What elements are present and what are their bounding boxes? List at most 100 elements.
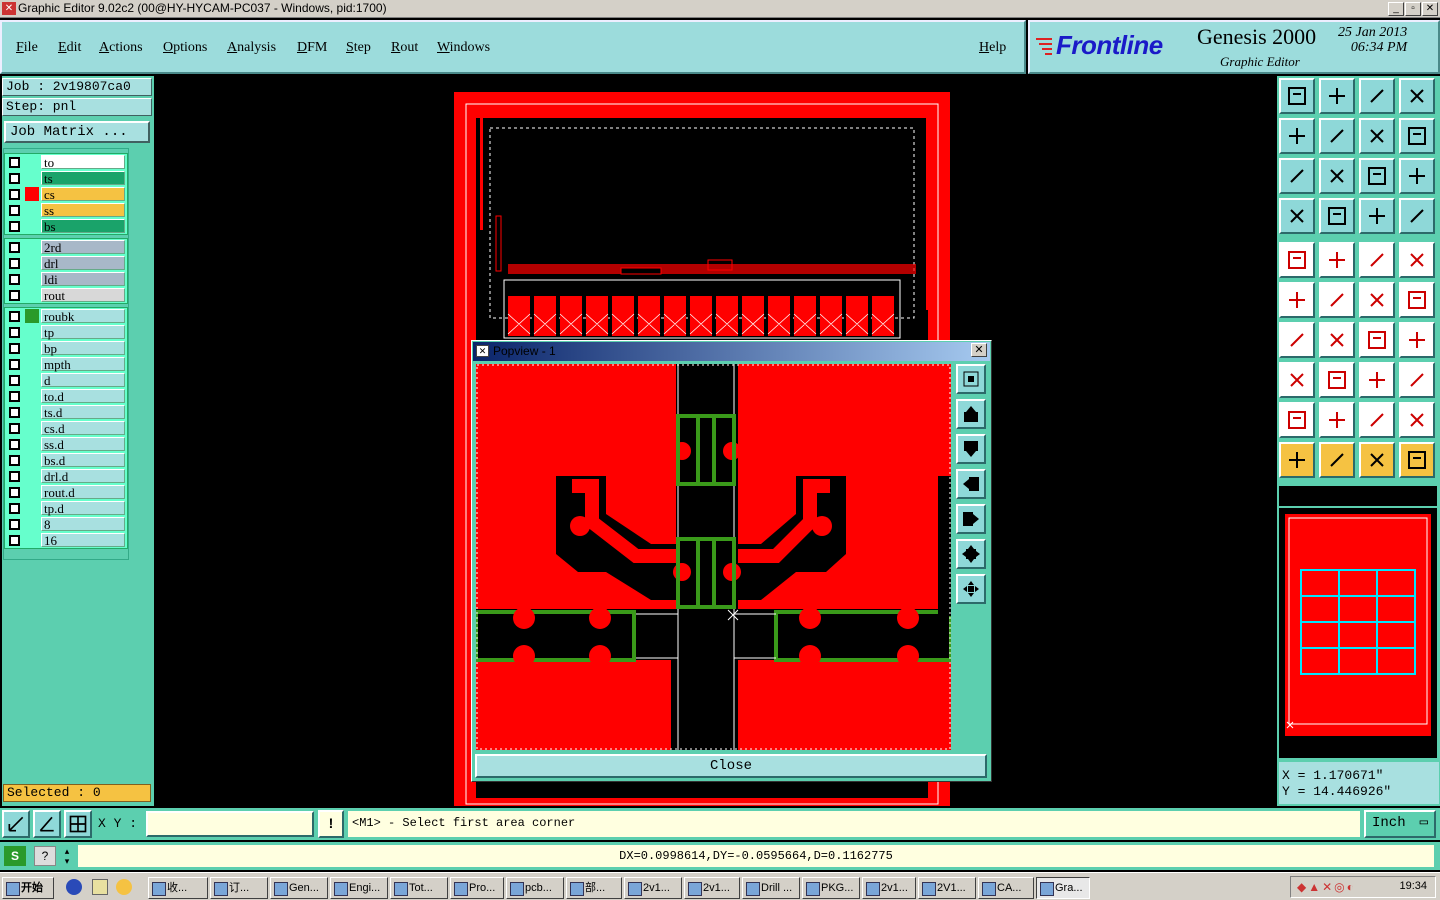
layer-checkbox[interactable] — [9, 242, 20, 253]
angle-icon[interactable] — [1279, 322, 1315, 358]
taskbar-item[interactable]: 部... — [566, 877, 622, 899]
layer-checkbox[interactable] — [9, 189, 20, 200]
xy-input[interactable] — [146, 811, 314, 837]
layer-color-swatch[interactable] — [25, 501, 39, 515]
layer-color-swatch[interactable] — [25, 453, 39, 467]
layer-row-16[interactable]: 16 — [5, 532, 127, 548]
layer-color-swatch[interactable] — [25, 469, 39, 483]
route-edit-icon[interactable] — [1399, 442, 1435, 478]
layer-checkbox[interactable] — [9, 173, 20, 184]
popview-pan-right-icon[interactable] — [956, 504, 986, 534]
taskbar-item[interactable]: 2v1... — [862, 877, 916, 899]
layer-checkbox[interactable] — [9, 157, 20, 168]
dimension-icon[interactable] — [1359, 362, 1395, 398]
layer-checkbox[interactable] — [9, 391, 20, 402]
media-icon[interactable] — [116, 879, 132, 895]
popview-canvas[interactable] — [474, 364, 953, 750]
layer-checkbox[interactable] — [9, 221, 20, 232]
layer-checkbox[interactable] — [9, 375, 20, 386]
layer-checkbox[interactable] — [9, 487, 20, 498]
layer-checkbox[interactable] — [9, 471, 20, 482]
taskbar-item[interactable]: Gen... — [270, 877, 328, 899]
layer-checkbox[interactable] — [9, 503, 20, 514]
layer-checkbox[interactable] — [9, 311, 20, 322]
settings-icon[interactable] — [1279, 198, 1315, 234]
layer-row-bs[interactable]: bs — [5, 218, 127, 234]
layer-color-swatch[interactable] — [25, 187, 39, 201]
layer-name[interactable]: roubk — [41, 309, 125, 324]
select-net-icon[interactable] — [1319, 242, 1355, 278]
measure-tool-icon[interactable] — [2, 810, 30, 838]
taskbar-item[interactable]: pcb... — [506, 877, 564, 899]
minimize-button[interactable]: _ — [1388, 2, 1404, 16]
taskbar-item[interactable]: Engi... — [330, 877, 388, 899]
layer-color-swatch[interactable] — [25, 155, 39, 169]
zoom-one-icon[interactable] — [1359, 158, 1395, 194]
select-icon[interactable] — [1319, 442, 1355, 478]
layer-row-2rd[interactable]: 2rd — [5, 239, 127, 255]
layer-color-swatch[interactable] — [25, 533, 39, 547]
popview-close-icon[interactable]: ✕ — [971, 343, 987, 357]
ie-icon[interactable] — [66, 879, 82, 895]
layer-checkbox[interactable] — [9, 359, 20, 370]
layer-name[interactable]: ss — [41, 203, 125, 218]
triangle-c-icon[interactable] — [1399, 402, 1435, 438]
export-icon[interactable] — [1319, 118, 1355, 154]
layer-checkbox[interactable] — [9, 407, 20, 418]
menu-help[interactable]: Help — [979, 40, 1006, 56]
layer-row-mpth[interactable]: mpth — [5, 356, 127, 372]
layer-checkbox[interactable] — [9, 290, 20, 301]
layer-name[interactable]: ts — [41, 171, 125, 186]
open-icon[interactable] — [1279, 78, 1315, 114]
taskbar-item[interactable]: 2v1... — [684, 877, 740, 899]
close-window-button[interactable]: ✕ — [1422, 2, 1438, 16]
menu-rout[interactable]: Rout — [391, 40, 418, 56]
layer-checkbox[interactable] — [9, 439, 20, 450]
layer-checkbox[interactable] — [9, 343, 20, 354]
layer-row-cs[interactable]: cs — [5, 186, 127, 202]
layer-color-swatch[interactable] — [25, 219, 39, 233]
popview-pan-left-icon[interactable] — [956, 469, 986, 499]
move-icon[interactable] — [1279, 362, 1315, 398]
zoom-fit-icon[interactable] — [1279, 158, 1315, 194]
taskbar-item[interactable]: Pro... — [450, 877, 504, 899]
layer-name[interactable]: bs — [41, 219, 125, 234]
layer-row-bs-d[interactable]: bs.d — [5, 452, 127, 468]
layer-name[interactable]: to.d — [41, 389, 125, 404]
home-icon[interactable] — [1359, 78, 1395, 114]
popview-titlebar[interactable]: Popview - 1 ✕ — [473, 342, 990, 361]
unit-select[interactable]: Inch ▭ — [1364, 810, 1436, 838]
menu-windows[interactable]: Windows — [437, 40, 490, 56]
layer-name[interactable]: cs.d — [41, 421, 125, 436]
taskbar-item[interactable]: 2v1... — [624, 877, 682, 899]
menu-file[interactable]: File — [16, 40, 38, 56]
ruler-icon[interactable] — [1359, 242, 1395, 278]
layer-checkbox[interactable] — [9, 535, 20, 546]
layer-name[interactable]: cs — [41, 187, 125, 202]
layer-color-swatch[interactable] — [25, 272, 39, 286]
layer-name[interactable]: 2rd — [41, 240, 125, 255]
components-alt-icon[interactable] — [1399, 198, 1435, 234]
popview-zoom-icon[interactable] — [956, 364, 986, 394]
taskbar-item[interactable]: 收... — [148, 877, 208, 899]
layer-color-swatch[interactable] — [25, 517, 39, 531]
layer-checkbox[interactable] — [9, 205, 20, 216]
layer-row-tp-d[interactable]: tp.d — [5, 500, 127, 516]
angle-tool-icon[interactable] — [33, 810, 61, 838]
layer-row-to-d[interactable]: to.d — [5, 388, 127, 404]
layer-color-swatch[interactable] — [25, 325, 39, 339]
layer-color-swatch[interactable] — [25, 389, 39, 403]
layer-row-d[interactable]: d — [5, 372, 127, 388]
layer-name[interactable]: ldi — [41, 272, 125, 287]
grid-icon[interactable] — [1319, 198, 1355, 234]
popview-zoom-out-icon[interactable] — [956, 574, 986, 604]
popview-close-button[interactable]: Close — [475, 754, 987, 778]
query-icon[interactable] — [1399, 158, 1435, 194]
layer-color-swatch[interactable] — [25, 405, 39, 419]
layer-color-swatch[interactable] — [25, 421, 39, 435]
start-button[interactable]: 开始 — [2, 877, 54, 899]
layer-row-tp[interactable]: tp — [5, 324, 127, 340]
select-alt-icon[interactable] — [1359, 442, 1395, 478]
cluster-icon[interactable] — [1399, 362, 1435, 398]
triangle-b-icon[interactable] — [1359, 402, 1395, 438]
